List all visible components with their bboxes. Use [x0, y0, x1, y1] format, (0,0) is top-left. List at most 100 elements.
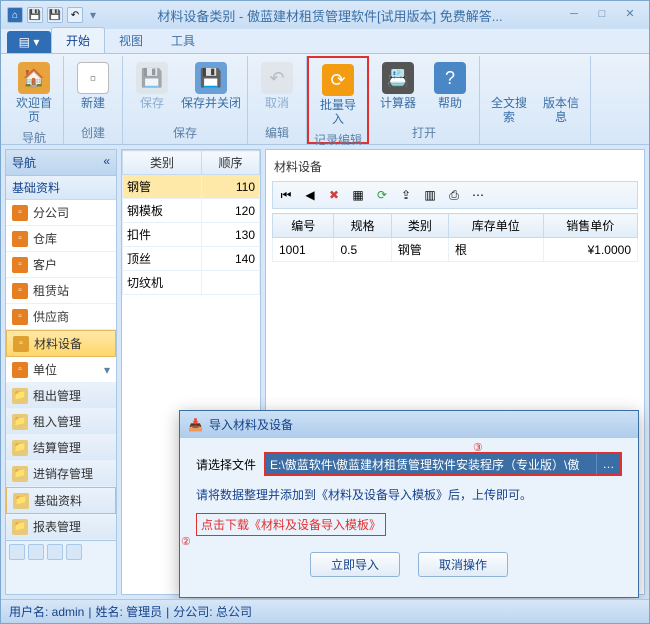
sidebar-tools [6, 540, 116, 563]
sidebar-item-label: 材料设备 [34, 335, 82, 352]
save-icon[interactable]: 💾 [27, 7, 43, 23]
tool-icon[interactable] [28, 544, 44, 560]
refresh-icon[interactable]: ⟳ [372, 185, 392, 205]
item-icon: ▫ [12, 231, 28, 247]
item-icon: ▫ [12, 283, 28, 299]
sidebar-header: 导航« [6, 150, 116, 176]
calculator-button[interactable]: 📇计算器 [373, 58, 423, 114]
browse-button[interactable]: … [596, 454, 620, 474]
ribbon-group-edit: ↶取消 编辑 [248, 56, 307, 144]
folder-icon: 📁 [12, 388, 28, 404]
new-button[interactable]: ▫新建 [68, 58, 118, 114]
table-row[interactable]: 钢管110 [123, 175, 260, 199]
export-icon[interactable]: ⇪ [396, 185, 416, 205]
table-row[interactable]: 切纹机 [123, 271, 260, 295]
cancel-button[interactable]: ↶取消 [252, 58, 302, 114]
maximize-button[interactable]: □ [589, 7, 615, 23]
more-icon[interactable]: ⋯ [468, 185, 488, 205]
fullsearch-button[interactable]: 全文搜索 [484, 58, 534, 128]
qat-dropdown[interactable]: ▾ [87, 8, 99, 22]
ribbon-tabs: ▤ ▾ 开始 视图 工具 [1, 29, 649, 53]
sidebar-folder[interactable]: 📁租出管理 [6, 383, 116, 409]
sidebar-item[interactable]: ▫客户 [6, 252, 116, 278]
welcome-button[interactable]: 🏠欢迎首页 [9, 58, 59, 128]
sidebar-item-label: 租入管理 [33, 413, 81, 430]
quick-access-toolbar: ⌂ 💾 💾 ↶ ▾ [7, 7, 99, 23]
ribbon-group-create: ▫新建 创建 [64, 56, 123, 144]
table-header-row: 编号 规格 类别 库存单位 销售单价 [273, 214, 638, 238]
ribbon-group-open: 📇计算器 ?帮助 打开 [369, 56, 480, 144]
sidebar-folder[interactable]: 📁报表管理 [6, 514, 116, 540]
minimize-button[interactable]: ─ [561, 7, 587, 23]
sidebar-item[interactable]: ▫单位▾ [6, 357, 116, 383]
sidebar-folder[interactable]: 📁 结算管理 [6, 435, 116, 461]
sidebar-item[interactable]: ▫供应商 [6, 304, 116, 330]
table-row[interactable]: 顶丝140 [123, 247, 260, 271]
import-ok-button[interactable]: 立即导入 [310, 552, 400, 577]
item-icon: ▫ [12, 257, 28, 273]
folder-icon: 📁 [13, 493, 29, 509]
nav-prev-icon[interactable]: ◀ [300, 185, 320, 205]
version-button[interactable]: 版本信息 [536, 58, 586, 128]
status-name: 姓名: 管理员 [95, 603, 162, 620]
col-category[interactable]: 类别 [123, 151, 202, 175]
item-icon: ▫ [12, 362, 28, 378]
sidebar-folder[interactable]: 📁基础资料 [6, 487, 116, 514]
folder-icon: 📁 [12, 440, 28, 456]
ribbon-group-save: 💾保存 💾保存并关闭 保存 [123, 56, 248, 144]
col-order[interactable]: 顺序 [202, 151, 260, 175]
main-toolbar: ⏮ ◀ ✖ ▦ ⟳ ⇪ ▥ ⎙ ⋯ [272, 181, 638, 209]
ribbon: 🏠欢迎首页 导航 ▫新建 创建 💾保存 💾保存并关闭 保存 ↶取消 编辑 [1, 53, 649, 145]
sidebar-collapse-icon[interactable]: « [103, 154, 110, 171]
grid-icon[interactable]: ▦ [348, 185, 368, 205]
sidebar-section[interactable]: 基础资料 [6, 176, 116, 200]
tool-icon[interactable] [66, 544, 82, 560]
saveclose-button[interactable]: 💾保存并关闭 [179, 58, 243, 114]
table-row[interactable]: 钢模板120 [123, 199, 260, 223]
print-icon[interactable]: ⎙ [444, 185, 464, 205]
file-path-box: … [264, 452, 622, 476]
table-row[interactable]: 1001 0.5 钢管 根 ¥1.0000 [273, 238, 638, 262]
sidebar-item-label: 仓库 [33, 230, 57, 247]
sidebar-folders: 📁租出管理📁租入管理📁结算管理📁进销存管理📁基础资料📁报表管理 [6, 383, 116, 540]
data-table: 编号 规格 类别 库存单位 销售单价 1001 0.5 钢管 根 ¥1.0000 [272, 213, 638, 262]
table-header-row: 类别 顺序 [123, 151, 260, 175]
sidebar-item[interactable]: ▫ 仓库 [6, 226, 116, 252]
home-icon[interactable]: ⌂ [7, 7, 23, 23]
sidebar-folder[interactable]: 📁进销存管理 [6, 461, 116, 487]
sidebar-item[interactable]: ▫材料设备 [6, 330, 116, 357]
close-button[interactable]: ✕ [617, 7, 643, 23]
sidebar-item[interactable]: ▫租赁站 [6, 278, 116, 304]
tab-start[interactable]: 开始 [51, 27, 105, 53]
batch-import-button[interactable]: ⟳批量导入 [313, 60, 363, 130]
titlebar: ⌂ 💾 💾 ↶ ▾ 材料设备类别 - 傲蓝建材租赁管理软件[试用版本] 免费解答… [1, 1, 649, 29]
tool-icon[interactable] [9, 544, 25, 560]
import-cancel-button[interactable]: 取消操作 [418, 552, 508, 577]
import-hint: 请将数据整理并添加到《材料及设备导入模板》后，上传即可。 [196, 486, 622, 503]
window-controls: ─ □ ✕ [561, 7, 643, 23]
save-button[interactable]: 💾保存 [127, 58, 177, 114]
file-path-input[interactable] [266, 454, 596, 474]
download-template-link[interactable]: 点击下载《材料及设备导入模板》 [196, 513, 386, 536]
saveclose-icon[interactable]: 💾 [47, 7, 63, 23]
content-area: 导航« 基础资料 ▫分公司▫仓库▫客户▫租赁站▫供应商▫材料设备▫单位▾ 📁租出… [1, 145, 649, 599]
nav-first-icon[interactable]: ⏮ [276, 185, 296, 205]
tool-icon[interactable] [47, 544, 63, 560]
columns-icon[interactable]: ▥ [420, 185, 440, 205]
folder-icon: 📁 [12, 414, 28, 430]
tab-tools[interactable]: 工具 [157, 28, 209, 53]
status-user: 用户名: admin [9, 603, 84, 620]
table-row[interactable]: 扣件130 [123, 223, 260, 247]
sidebar-folder[interactable]: 📁 租入管理 [6, 409, 116, 435]
sidebar-item-label: 报表管理 [33, 518, 81, 535]
undo-icon[interactable]: ↶ [67, 7, 83, 23]
sidebar-item-label: 单位 [33, 361, 57, 378]
help-button[interactable]: ?帮助 [425, 58, 475, 114]
status-branch: 分公司: 总公司 [173, 603, 252, 620]
sidebar-item[interactable]: ▫分公司 [6, 200, 116, 226]
item-icon: ▫ [12, 309, 28, 325]
tab-view[interactable]: 视图 [105, 28, 157, 53]
delete-icon[interactable]: ✖ [324, 185, 344, 205]
app-menu-button[interactable]: ▤ ▾ [7, 31, 51, 53]
sidebar-item-label: 结算管理 [33, 439, 81, 456]
